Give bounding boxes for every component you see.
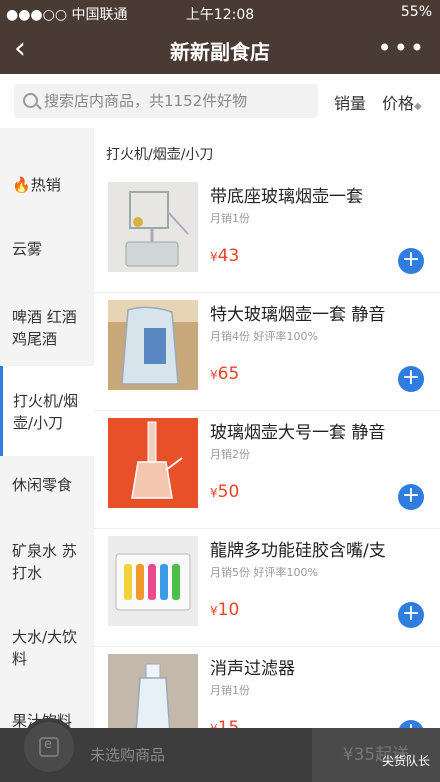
- sort-sales-button[interactable]: 销量: [334, 90, 366, 114]
- category-sidebar: 🔥热销 云雾 啤酒 红酒鸡尾酒 打火机/烟壶/小刀 休闲零食 矿泉水 苏打水 大…: [0, 128, 94, 740]
- sidebar-item-alcohol[interactable]: 啤酒 红酒鸡尾酒: [0, 306, 86, 350]
- sort-price-button[interactable]: 价格◆: [382, 90, 422, 114]
- product-name: 龍牌多功能硅胶含嘴/支: [210, 541, 386, 561]
- cart-status: 未选购商品: [90, 746, 166, 764]
- product-sales: 月销1份: [210, 684, 250, 697]
- product-name: 玻璃烟壶大号一套 静音: [210, 423, 386, 443]
- product-sales: 月销5份 好评率100%: [210, 566, 318, 579]
- sidebar-item-water[interactable]: 矿泉水 苏打水: [0, 540, 94, 584]
- add-to-cart-button[interactable]: +: [398, 366, 424, 392]
- product-item[interactable]: 带底座玻璃烟壶一套 月销1份 ¥43 +: [94, 174, 440, 293]
- battery-level: 55%: [400, 4, 432, 20]
- fire-icon: 🔥: [12, 176, 31, 194]
- search-placeholder: 搜索店内商品，共1152件好物: [44, 92, 248, 110]
- sidebar-item-label: 休闲零食: [12, 476, 73, 494]
- cart-bar: 未选购商品 ¥35起送: [0, 718, 440, 782]
- search-input[interactable]: 搜索店内商品，共1152件好物: [14, 84, 318, 118]
- product-image: [108, 536, 198, 626]
- add-to-cart-button[interactable]: +: [398, 484, 424, 510]
- product-price: ¥10: [210, 600, 240, 620]
- product-image: [108, 300, 198, 390]
- sidebar-item-drinks[interactable]: 大水/大饮料: [0, 626, 94, 670]
- status-bar: ●●●○○ 中国联通 上午12:08 55%: [0, 0, 440, 26]
- sidebar-item-hot[interactable]: 🔥热销: [0, 174, 94, 196]
- product-name: 带底座玻璃烟壶一套: [210, 187, 363, 207]
- search-icon: [23, 93, 38, 108]
- sidebar-item-label: 打火机/烟壶/小刀: [13, 392, 79, 432]
- product-item[interactable]: 玻璃烟壶大号一套 静音 月销2份 ¥50 +: [94, 410, 440, 529]
- sort-arrow-icon: ◆: [414, 101, 422, 112]
- sidebar-item-label: 矿泉水 苏打水: [12, 542, 77, 582]
- product-item[interactable]: 消声过滤器 月销1份 ¥15 +: [94, 646, 440, 740]
- nav-bar: ‹ 新新副食店 •••: [0, 26, 440, 74]
- sidebar-item-snacks[interactable]: 休闲零食: [0, 474, 94, 496]
- sort-price-label: 价格: [382, 94, 415, 113]
- product-sales: 月销2份: [210, 448, 250, 461]
- sidebar-item-label: 啤酒 红酒鸡尾酒: [12, 308, 77, 348]
- add-to-cart-button[interactable]: +: [398, 602, 424, 628]
- product-item[interactable]: 龍牌多功能硅胶含嘴/支 月销5份 好评率100% ¥10 +: [94, 528, 440, 647]
- product-sales: 月销4份 好评率100%: [210, 330, 318, 343]
- product-name: 特大玻璃烟壶一套 静音: [210, 305, 386, 325]
- section-title: 打火机/烟壶/小刀: [106, 147, 214, 163]
- add-to-cart-button[interactable]: +: [398, 248, 424, 274]
- clock: 上午12:08: [185, 7, 255, 23]
- product-price: ¥50: [210, 482, 240, 502]
- sidebar-item-label: 热销: [30, 176, 61, 194]
- sidebar-item-yunwu[interactable]: 云雾: [0, 238, 94, 260]
- product-image: [108, 418, 198, 508]
- product-sales: 月销1份: [210, 212, 250, 225]
- sidebar-item-label: 云雾: [12, 240, 43, 258]
- search-row: 搜索店内商品，共1152件好物 销量 价格◆: [0, 74, 440, 129]
- product-image: [108, 182, 198, 272]
- product-name: 消声过滤器: [210, 659, 295, 679]
- product-item[interactable]: 特大玻璃烟壶一套 静音 月销4份 好评率100% ¥65 +: [94, 292, 440, 411]
- product-list: 打火机/烟壶/小刀 带底座玻璃烟壶一套 月销1份 ¥43 + 特大玻璃烟壶一套 …: [94, 128, 440, 740]
- product-price: ¥43: [210, 246, 240, 266]
- product-price: ¥65: [210, 364, 240, 384]
- page-title: 新新副食店: [170, 40, 270, 64]
- watermark: 尖货队长: [381, 754, 430, 768]
- cart-icon: [39, 737, 59, 757]
- more-icon[interactable]: •••: [378, 34, 426, 62]
- sidebar-item-lighters[interactable]: 打火机/烟壶/小刀: [0, 366, 94, 456]
- sidebar-item-label: 大水/大饮料: [12, 628, 78, 668]
- cart-button[interactable]: [20, 718, 78, 776]
